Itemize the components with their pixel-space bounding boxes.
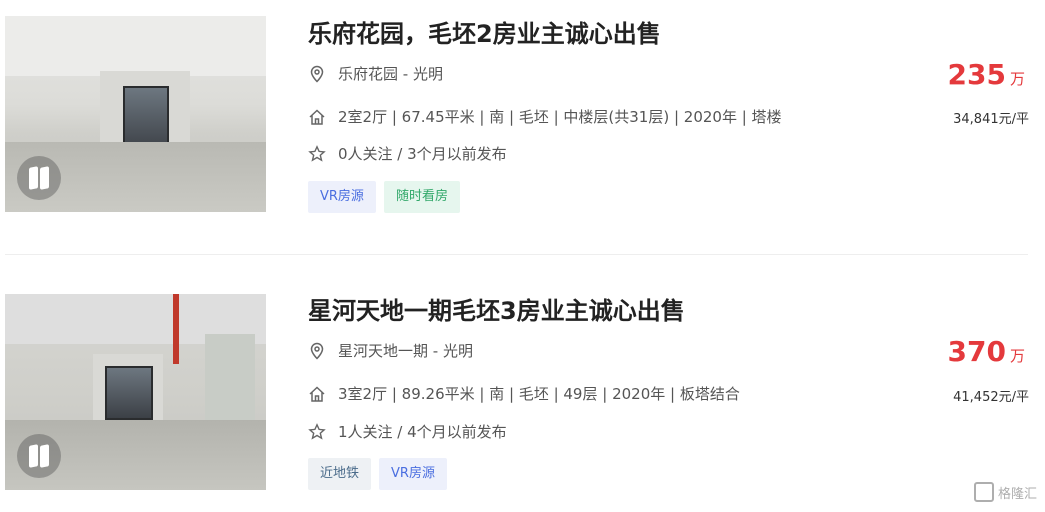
tag-subway: 近地铁 bbox=[308, 458, 372, 490]
price-unit: 万 bbox=[1009, 347, 1025, 365]
unit-price: 34,841元/平 bbox=[953, 112, 1029, 127]
house-icon bbox=[309, 108, 325, 125]
tag-vr: VR房源 bbox=[308, 181, 376, 213]
location-text[interactable]: 乐府花园 - 光明 bbox=[338, 63, 443, 84]
divider bbox=[5, 254, 1028, 255]
unit-price: 41,452元/平 bbox=[953, 390, 1029, 405]
listing-title[interactable]: 星河天地一期毛坯3房业主诚心出售 bbox=[308, 291, 685, 326]
price-value: 235 bbox=[947, 58, 1006, 91]
location-text[interactable]: 星河天地一期 - 光明 bbox=[338, 340, 473, 361]
price-unit: 万 bbox=[1009, 70, 1025, 88]
total-price: 370 万 bbox=[948, 335, 1025, 368]
star-icon bbox=[308, 144, 326, 162]
watermark: 格隆汇 bbox=[973, 482, 1037, 502]
listing-photo[interactable] bbox=[5, 294, 266, 490]
tag-viewing: 随时看房 bbox=[383, 181, 460, 213]
vr-icon[interactable] bbox=[17, 156, 61, 200]
price-value: 370 bbox=[947, 335, 1006, 368]
house-info-line: 2室2厅 | 67.45平米 | 南 | 毛坯 | 中楼层(共31层) | 20… bbox=[308, 106, 782, 127]
location-pin-icon bbox=[310, 65, 324, 83]
follow-text: 1人关注 / 4个月以前发布 bbox=[338, 423, 507, 441]
listing-title[interactable]: 乐府花园，毛坯2房业主诚心出售 bbox=[308, 14, 661, 49]
tag-list: VR房源 随时看房 bbox=[308, 181, 460, 213]
listing-photo[interactable] bbox=[5, 16, 266, 212]
watermark-text: 格隆汇 bbox=[997, 486, 1037, 502]
house-info-line: 3室2厅 | 89.26平米 | 南 | 毛坯 | 49层 | 2020年 | … bbox=[308, 383, 740, 404]
star-icon bbox=[308, 422, 326, 440]
follow-line: 1人关注 / 4个月以前发布 bbox=[308, 421, 507, 442]
total-price: 235 万 bbox=[948, 58, 1025, 91]
house-icon bbox=[309, 385, 325, 402]
tag-vr: VR房源 bbox=[379, 458, 447, 490]
vr-icon[interactable] bbox=[17, 434, 61, 478]
location-line: 乐府花园 - 光明 bbox=[308, 63, 443, 84]
location-line: 星河天地一期 - 光明 bbox=[308, 340, 473, 361]
tag-list: 近地铁 VR房源 bbox=[308, 458, 447, 490]
house-info-text: 2室2厅 | 67.45平米 | 南 | 毛坯 | 中楼层(共31层) | 20… bbox=[338, 108, 782, 126]
watermark-logo-icon bbox=[973, 482, 994, 502]
house-info-text: 3室2厅 | 89.26平米 | 南 | 毛坯 | 49层 | 2020年 | … bbox=[338, 385, 740, 403]
location-pin-icon bbox=[310, 342, 324, 360]
follow-text: 0人关注 / 3个月以前发布 bbox=[338, 145, 507, 163]
follow-line: 0人关注 / 3个月以前发布 bbox=[308, 143, 507, 164]
